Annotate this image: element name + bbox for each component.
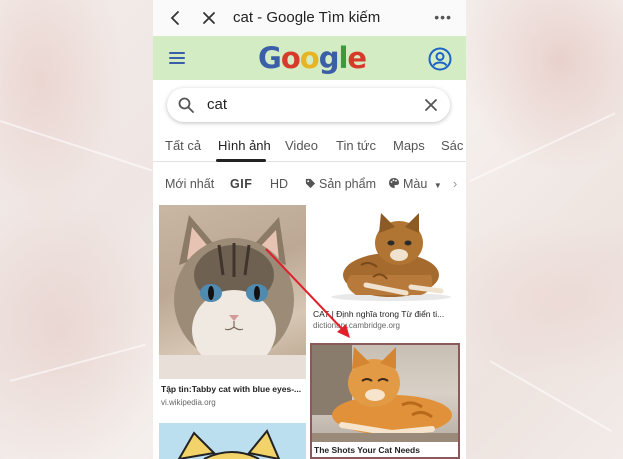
- tab-maps[interactable]: Maps: [393, 138, 425, 153]
- chevron-left-icon[interactable]: [167, 8, 183, 28]
- active-tab-indicator: [216, 159, 266, 162]
- filter-newest[interactable]: Mới nhất: [165, 177, 214, 191]
- cartoon-cat-illustration: [177, 429, 281, 459]
- image-results-grid: Tập tin:Tabby cat with blue eyes-... vi.…: [153, 205, 466, 459]
- account-circle-icon[interactable]: [428, 47, 452, 71]
- search-tabs: Tất cả Hình ảnh Video Tin tức Maps Sác: [153, 132, 466, 162]
- search-query: cat: [207, 96, 228, 113]
- tab-video[interactable]: Video: [285, 138, 318, 153]
- filter-gif[interactable]: GIF: [230, 177, 252, 191]
- browser-topbar: cat - Google Tìm kiếm •••: [153, 0, 466, 36]
- close-icon[interactable]: [201, 8, 217, 28]
- filter-color-label: Màu: [403, 177, 428, 191]
- result-card[interactable]: The Shots Your Cat Needs: [310, 343, 460, 459]
- filter-products-label: Sản phẩm: [319, 177, 376, 191]
- tab-all[interactable]: Tất cả: [165, 138, 201, 153]
- tab-news[interactable]: Tin tức: [336, 138, 376, 153]
- more-dots-icon[interactable]: •••: [434, 9, 452, 25]
- search-input[interactable]: cat: [167, 88, 450, 122]
- orange-cat-illustration: [331, 213, 451, 301]
- result-caption: Tập tin:Tabby cat with blue eyes-...: [161, 384, 302, 394]
- filter-more[interactable]: ›: [453, 177, 457, 191]
- page-title: cat - Google Tìm kiếm: [233, 9, 381, 26]
- result-image-tabby-cat[interactable]: [159, 205, 306, 379]
- result-caption: CAT | Định nghĩa trong Từ điển ti...: [313, 309, 445, 319]
- google-doodle-logo[interactable]: Google: [258, 42, 367, 74]
- result-caption: The Shots Your Cat Needs: [314, 445, 420, 455]
- result-source: vi.wikipedia.org: [161, 398, 216, 407]
- chevron-down-icon: ▼: [433, 181, 442, 190]
- tabby-cat-illustration: [159, 215, 306, 379]
- ginger-cat-illustration: [312, 345, 458, 442]
- result-card[interactable]: CAT | Định nghĩa trong Từ điển ti... dic…: [311, 205, 459, 340]
- result-card[interactable]: Tập tin:Tabby cat with blue eyes-... vi.…: [159, 205, 306, 415]
- filter-hd[interactable]: HD: [270, 177, 288, 191]
- search-icon: [178, 97, 194, 113]
- result-source: dictionary.cambridge.org: [313, 321, 401, 330]
- clear-icon[interactable]: [422, 96, 440, 114]
- tag-icon: [305, 178, 316, 189]
- tab-books[interactable]: Sác: [441, 138, 463, 153]
- phone-screen: cat - Google Tìm kiếm ••• Google cat Tất…: [153, 0, 466, 459]
- filter-products[interactable]: Sản phẩm: [305, 177, 376, 191]
- filter-color[interactable]: Màu ▼: [388, 177, 442, 191]
- hamburger-menu-icon[interactable]: [169, 52, 185, 64]
- google-header: Google: [153, 36, 466, 80]
- result-image-orange-cat[interactable]: [311, 205, 459, 305]
- palette-icon: [389, 178, 399, 188]
- result-image-ginger-cat[interactable]: [312, 345, 458, 442]
- result-card[interactable]: [159, 423, 306, 459]
- filter-chips: Mới nhất GIF HD Sản phẩm Màu ▼ ›: [153, 172, 466, 198]
- tab-images[interactable]: Hình ảnh: [218, 138, 271, 153]
